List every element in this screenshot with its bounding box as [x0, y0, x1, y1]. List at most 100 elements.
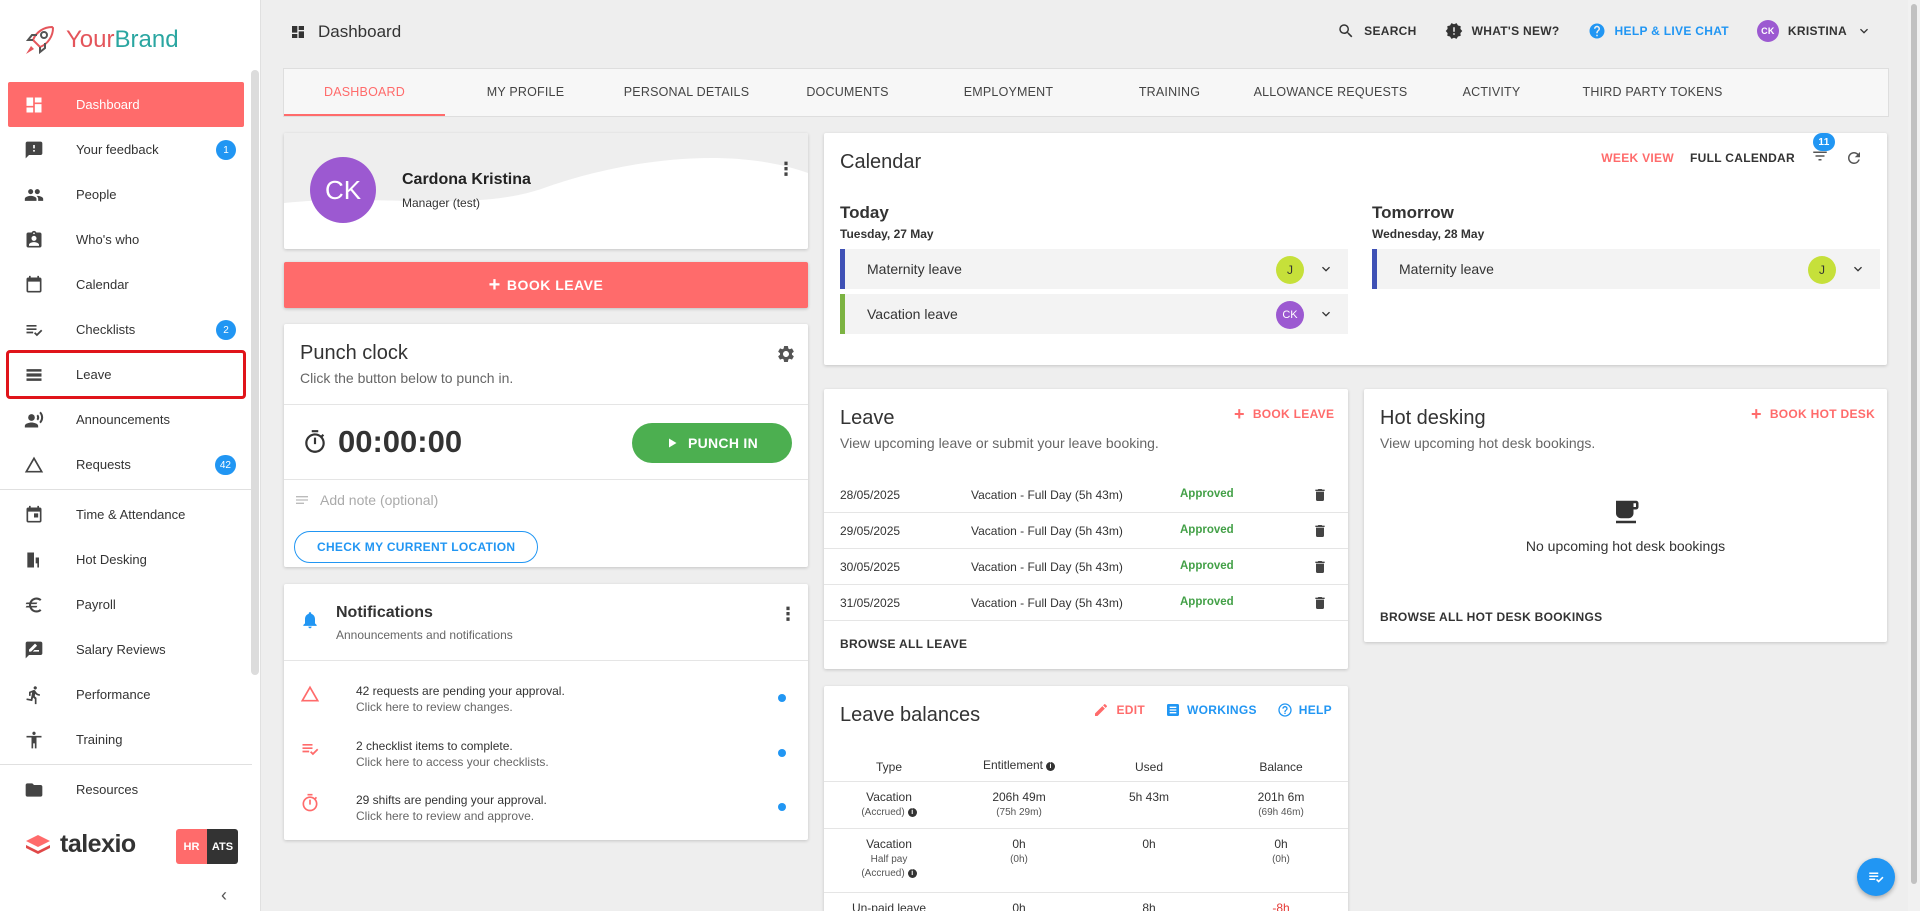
chat-fab-button[interactable] — [1857, 858, 1895, 896]
book-leave-link[interactable]: + BOOK LEAVE — [1234, 405, 1334, 423]
sidebar-item-training[interactable]: Training — [8, 717, 244, 762]
collapse-sidebar-icon[interactable]: ‹ — [221, 885, 227, 906]
whats-new-button[interactable]: WHAT'S NEW? — [1445, 22, 1560, 40]
sidebar-item-performance[interactable]: Performance — [8, 672, 244, 717]
leave-row[interactable]: 31/05/2025 Vacation - Full Day (5h 43m) … — [824, 585, 1348, 621]
sidebar-item-hot-desking[interactable]: Hot Desking — [8, 537, 244, 582]
leave-row[interactable]: 29/05/2025 Vacation - Full Day (5h 43m) … — [824, 513, 1348, 549]
check-location-button[interactable]: CHECK MY CURRENT LOCATION — [294, 531, 539, 563]
sidebar-scrollbar[interactable] — [251, 70, 259, 675]
sidebar-item-requests[interactable]: Requests 42 — [8, 442, 244, 487]
info-icon[interactable]: i — [1046, 762, 1056, 771]
page-scrollbar-thumb[interactable] — [1911, 4, 1917, 884]
notification-item[interactable]: 42 requests are pending your approval. C… — [284, 672, 808, 726]
sidebar-item-leave[interactable]: Leave — [6, 350, 246, 399]
note-input[interactable]: Add note (optional) — [294, 492, 438, 508]
notification-item[interactable]: 2 checklist items to complete. Click her… — [284, 727, 808, 781]
punch-in-button[interactable]: PUNCH IN — [632, 423, 792, 463]
plus-icon: + — [1751, 404, 1762, 424]
workings-label: WORKINGS — [1187, 703, 1257, 717]
header-entitlement-label: Entitlement — [982, 758, 1044, 772]
talexio-layers-icon — [26, 834, 50, 854]
calendar-card: Calendar WEEK VIEW FULL CALENDAR 11 Toda… — [824, 133, 1887, 365]
tab-activity[interactable]: ACTIVITY — [1411, 69, 1572, 116]
info-icon[interactable]: i — [907, 869, 917, 878]
notifications-card: Notifications Announcements and notifica… — [284, 584, 808, 840]
tab-documents[interactable]: DOCUMENTS — [767, 69, 928, 116]
sidebar-item-dashboard[interactable]: Dashboard — [8, 82, 244, 127]
sidebar-item-resources[interactable]: Resources — [8, 767, 244, 812]
leave-card: Leave View upcoming leave or submit your… — [824, 389, 1348, 669]
tab-third-party-tokens[interactable]: THIRD PARTY TOKENS — [1572, 69, 1733, 116]
sidebar-item-payroll[interactable]: Payroll — [8, 582, 244, 627]
refresh-icon[interactable] — [1845, 149, 1863, 167]
leave-row[interactable]: 28/05/2025 Vacation - Full Day (5h 43m) … — [824, 477, 1348, 513]
search-button[interactable]: SEARCH — [1337, 22, 1416, 40]
sidebar-item-time-attendance[interactable]: Time & Attendance — [8, 492, 244, 537]
calendar-icon — [24, 275, 44, 295]
more-vert-icon[interactable]: ⋮ — [776, 159, 796, 179]
calendar-leave-item[interactable]: Vacation leave CK — [840, 294, 1348, 334]
filter-button[interactable]: 11 — [1811, 133, 1835, 168]
book-leave-label: BOOK LEAVE — [506, 277, 604, 293]
tab-my-profile[interactable]: MY PROFILE — [445, 69, 606, 116]
user-menu[interactable]: CK KRISTINA — [1756, 20, 1872, 42]
more-vert-icon[interactable]: ⋮ — [778, 604, 798, 624]
notification-line1: 42 requests are pending your approval. — [356, 684, 565, 698]
calendar-leave-item[interactable]: Maternity leave J — [840, 249, 1348, 289]
chevron-down-icon[interactable] — [1318, 306, 1334, 322]
browse-all-hot-desk-link[interactable]: BROWSE ALL HOT DESK BOOKINGS — [1380, 610, 1602, 624]
sidebar-item-label: Leave — [76, 367, 112, 382]
info-icon[interactable]: i — [907, 808, 917, 817]
hr-switch-button[interactable]: HR — [176, 829, 207, 864]
chevron-down-icon[interactable] — [1850, 261, 1866, 277]
ats-switch-button[interactable]: ATS — [207, 829, 238, 864]
hot-desking-empty-state: No upcoming hot desk bookings — [1364, 497, 1887, 554]
header-entitlement: Entitlement i — [954, 758, 1084, 772]
full-calendar-button[interactable]: FULL CALENDAR — [1690, 151, 1795, 165]
checklist-icon — [1869, 872, 1884, 883]
tab-allowance-requests[interactable]: ALLOWANCE REQUESTS — [1250, 69, 1411, 116]
sidebar-item-calendar[interactable]: Calendar — [8, 262, 244, 307]
tab-employment[interactable]: EMPLOYMENT — [928, 69, 1089, 116]
delete-icon[interactable] — [1312, 558, 1328, 576]
sidebar-item-whos-who[interactable]: Who's who — [8, 217, 244, 262]
week-view-button[interactable]: WEEK VIEW — [1601, 151, 1674, 165]
tab-training[interactable]: TRAINING — [1089, 69, 1250, 116]
book-hot-desk-link[interactable]: + BOOK HOT DESK — [1751, 405, 1875, 423]
euro-icon — [24, 595, 44, 615]
entitlement-sub: (0h) — [1010, 854, 1028, 865]
sidebar-item-people[interactable]: People — [8, 172, 244, 217]
delete-icon[interactable] — [1312, 486, 1328, 504]
delete-icon[interactable] — [1312, 594, 1328, 612]
gear-icon[interactable] — [776, 344, 796, 364]
chevron-down-icon[interactable] — [1318, 261, 1334, 277]
delete-icon[interactable] — [1312, 522, 1328, 540]
sidebar-item-announcements[interactable]: Announcements — [8, 397, 244, 442]
brand-logo[interactable]: YourBrand — [22, 22, 179, 58]
workings-button[interactable]: WORKINGS — [1165, 702, 1257, 718]
sidebar-item-checklists[interactable]: Checklists 2 — [8, 307, 244, 352]
page-scrollbar[interactable] — [1908, 0, 1920, 911]
tab-personal-details[interactable]: PERSONAL DETAILS — [606, 69, 767, 116]
new-releases-icon — [1445, 23, 1462, 39]
edit-button[interactable]: EDIT — [1093, 702, 1146, 718]
sidebar-item-your-feedback[interactable]: Your feedback 1 — [8, 127, 244, 172]
leave-row[interactable]: 30/05/2025 Vacation - Full Day (5h 43m) … — [824, 549, 1348, 585]
entitlement-sub: (75h 29m) — [996, 807, 1042, 818]
checklist-icon — [302, 744, 319, 756]
help-button[interactable]: HELP — [1277, 702, 1332, 718]
header-balance: Balance — [1259, 760, 1303, 774]
notification-item[interactable]: 29 shifts are pending your approval. Cli… — [284, 781, 808, 835]
calendar-leave-item[interactable]: Maternity leave J — [1372, 249, 1880, 289]
notification-line2: Click here to review and approve. — [356, 809, 535, 823]
help-live-chat-button[interactable]: HELP & LIVE CHAT — [1588, 22, 1729, 40]
tab-dashboard[interactable]: DASHBOARD — [284, 69, 445, 116]
note-placeholder: Add note (optional) — [320, 492, 439, 508]
browse-all-leave-link[interactable]: BROWSE ALL LEAVE — [840, 637, 967, 651]
avatar[interactable]: CK — [310, 157, 376, 223]
leave-title: Leave — [840, 407, 895, 429]
book-leave-button[interactable]: + BOOK LEAVE — [284, 262, 808, 308]
sidebar-item-salary-reviews[interactable]: Salary Reviews — [8, 627, 244, 672]
profile-card: CK Cardona Kristina Manager (test) ⋮ — [284, 133, 808, 249]
